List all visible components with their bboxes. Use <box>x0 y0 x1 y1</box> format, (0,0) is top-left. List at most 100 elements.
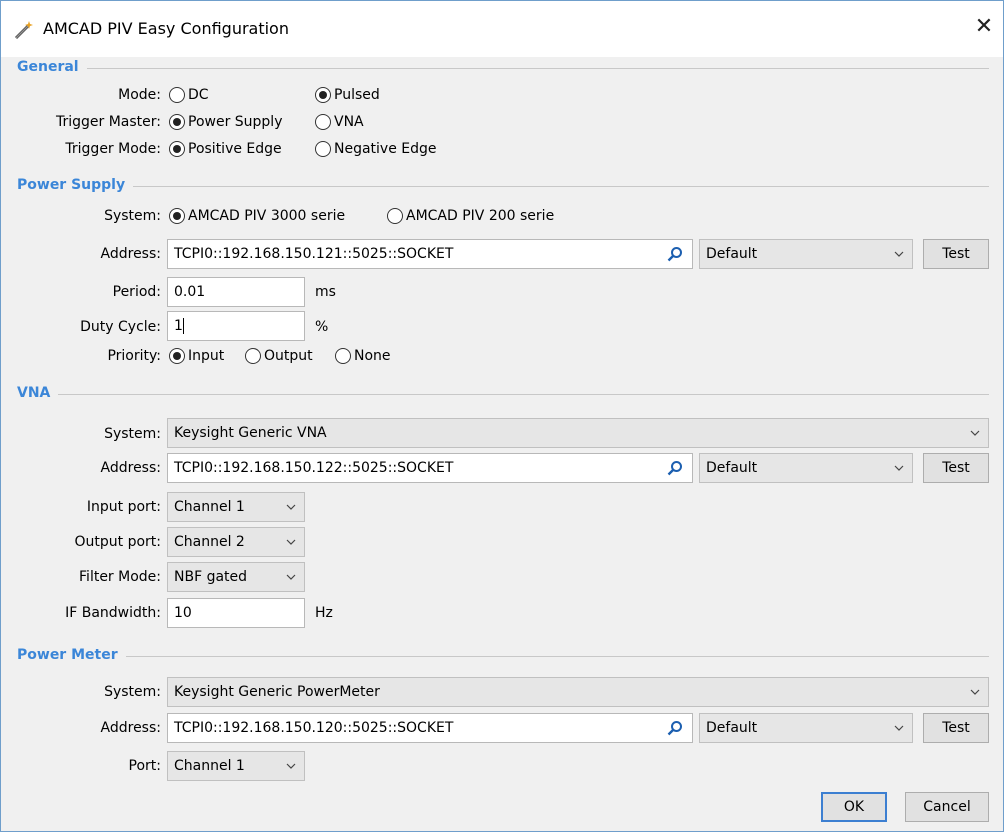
radio-indicator <box>387 208 403 224</box>
section-power-supply: Power Supply <box>17 177 989 197</box>
vna-system-select[interactable]: Keysight Generic VNA <box>167 418 989 448</box>
trigger-master-radio-vna[interactable]: VNA <box>315 114 364 130</box>
text-caret <box>182 318 184 334</box>
search-icon[interactable] <box>667 246 683 262</box>
section-title-general: General <box>17 59 87 75</box>
radio-label: DC <box>188 87 209 103</box>
section-divider <box>17 394 989 395</box>
duty-cycle-unit: % <box>315 319 329 335</box>
radio-indicator <box>169 87 185 103</box>
period-label: Period: <box>112 284 161 300</box>
chevron-down-icon <box>286 763 296 769</box>
section-divider <box>17 68 989 69</box>
chevron-down-icon <box>970 430 980 436</box>
radio-label: Negative Edge <box>334 141 437 157</box>
vna-address-profile-select[interactable]: Default <box>699 453 913 483</box>
duty-cycle-input[interactable]: 1 <box>167 311 305 341</box>
section-vna: VNA <box>17 385 989 405</box>
section-title-power-supply: Power Supply <box>17 177 134 193</box>
close-icon: ✕ <box>974 14 994 39</box>
pm-test-button[interactable]: Test <box>923 713 989 743</box>
ps-system-radio-3000[interactable]: AMCAD PIV 3000 serie <box>169 208 345 224</box>
radio-label: Power Supply <box>188 114 283 130</box>
mode-radio-dc[interactable]: DC <box>169 87 209 103</box>
pm-port-label: Port: <box>128 758 161 774</box>
ok-button[interactable]: OK <box>821 792 887 822</box>
select-value: Default <box>706 246 758 262</box>
radio-label: Output <box>264 348 313 364</box>
priority-radio-output[interactable]: Output <box>245 348 313 364</box>
chevron-down-icon <box>894 725 904 731</box>
select-value: Default <box>706 460 758 476</box>
search-icon[interactable] <box>667 460 683 476</box>
close-button[interactable]: ✕ <box>971 13 997 41</box>
input-value: 0.01 <box>174 284 206 300</box>
search-icon[interactable] <box>667 720 683 736</box>
section-power-meter: Power Meter <box>17 647 989 667</box>
input-port-select[interactable]: Channel 1 <box>167 492 305 522</box>
ps-address-label: Address: <box>100 246 161 262</box>
radio-indicator <box>169 348 185 364</box>
if-bandwidth-unit: Hz <box>315 605 333 621</box>
pm-system-select[interactable]: Keysight Generic PowerMeter <box>167 677 989 707</box>
chevron-down-icon <box>894 465 904 471</box>
trigger-master-label: Trigger Master: <box>55 114 161 130</box>
ps-address-input[interactable]: TCPI0::192.168.150.121::5025::SOCKET <box>167 239 693 269</box>
radio-label: AMCAD PIV 200 serie <box>406 208 555 224</box>
ps-address-profile-select[interactable]: Default <box>699 239 913 269</box>
priority-label: Priority: <box>107 348 161 364</box>
chevron-down-icon <box>286 574 296 580</box>
trigger-master-radio-power-supply[interactable]: Power Supply <box>169 114 283 130</box>
radio-indicator <box>335 348 351 364</box>
pm-port-select[interactable]: Channel 1 <box>167 751 305 781</box>
vna-test-button[interactable]: Test <box>923 453 989 483</box>
output-port-select[interactable]: Channel 2 <box>167 527 305 557</box>
radio-label: Input <box>188 348 225 364</box>
section-divider <box>17 656 989 657</box>
pm-address-input[interactable]: TCPI0::192.168.150.120::5025::SOCKET <box>167 713 693 743</box>
pm-address-label: Address: <box>100 720 161 736</box>
radio-indicator <box>315 141 331 157</box>
filter-mode-select[interactable]: NBF gated <box>167 562 305 592</box>
radio-indicator <box>315 87 331 103</box>
radio-label: VNA <box>334 114 364 130</box>
section-divider <box>17 186 989 187</box>
radio-indicator <box>169 114 185 130</box>
trigger-mode-radio-positive[interactable]: Positive Edge <box>169 141 282 157</box>
if-bandwidth-label: IF Bandwidth: <box>65 605 161 621</box>
ps-system-label: System: <box>104 208 161 224</box>
mode-label: Mode: <box>118 87 161 103</box>
select-value: Keysight Generic VNA <box>174 425 327 441</box>
duty-cycle-label: Duty Cycle: <box>80 319 161 335</box>
select-value: Channel 1 <box>174 499 245 515</box>
chevron-down-icon <box>894 251 904 257</box>
vna-address-input[interactable]: TCPI0::192.168.150.122::5025::SOCKET <box>167 453 693 483</box>
select-value: Keysight Generic PowerMeter <box>174 684 380 700</box>
radio-label: None <box>354 348 391 364</box>
chevron-down-icon <box>970 689 980 695</box>
ps-test-button[interactable]: Test <box>923 239 989 269</box>
chevron-down-icon <box>286 539 296 545</box>
mode-radio-pulsed[interactable]: Pulsed <box>315 87 380 103</box>
ps-system-radio-200[interactable]: AMCAD PIV 200 serie <box>387 208 554 224</box>
priority-radio-none[interactable]: None <box>335 348 391 364</box>
if-bandwidth-input[interactable]: 10 <box>167 598 305 628</box>
radio-indicator <box>245 348 261 364</box>
input-value: TCPI0::192.168.150.121::5025::SOCKET <box>174 246 454 262</box>
trigger-mode-radio-negative[interactable]: Negative Edge <box>315 141 437 157</box>
pm-address-profile-select[interactable]: Default <box>699 713 913 743</box>
section-title-power-meter: Power Meter <box>17 647 126 663</box>
radio-indicator <box>169 208 185 224</box>
period-input[interactable]: 0.01 <box>167 277 305 307</box>
wand-icon <box>14 21 33 40</box>
input-value: TCPI0::192.168.150.120::5025::SOCKET <box>174 720 454 736</box>
section-title-vna: VNA <box>17 385 59 401</box>
input-value: 10 <box>174 605 192 621</box>
chevron-down-icon <box>286 504 296 510</box>
priority-radio-input[interactable]: Input <box>169 348 224 364</box>
radio-label: Positive Edge <box>188 141 282 157</box>
radio-indicator <box>169 141 185 157</box>
output-port-label: Output port: <box>74 534 162 550</box>
cancel-button[interactable]: Cancel <box>905 792 989 822</box>
radio-indicator <box>315 114 331 130</box>
